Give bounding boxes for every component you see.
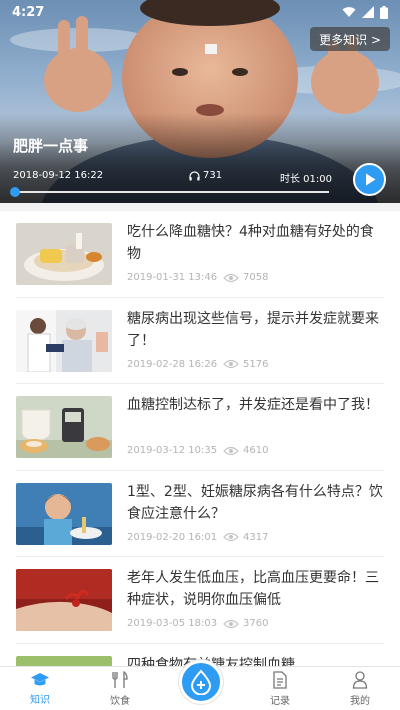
article-meta: 2019-03-05 18:03 3760	[127, 618, 268, 629]
article-thumbnail	[16, 569, 112, 631]
article-meta: 2019-02-20 16:01 4317	[127, 532, 268, 543]
article-meta: 2019-03-12 10:35 4610	[127, 445, 268, 456]
article-item[interactable]: 吃什么降血糖快？4种对血糖有好处的食物 2019-01-31 13:46 705…	[16, 211, 384, 298]
article-date: 2019-02-28 16:26	[127, 358, 218, 370]
article-title[interactable]: 吃什么降血糖快？4种对血糖有好处的食物	[127, 221, 384, 265]
play-icon	[365, 173, 375, 186]
hero-date: 2018-09-12 16:22	[13, 170, 104, 181]
article-item[interactable]: 1型、2型、妊娠糖尿病各有什么特点？饮食应注意什么？ 2019-02-20 16…	[16, 471, 384, 557]
section-divider	[0, 203, 400, 211]
article-views: 5176	[223, 359, 268, 370]
hero-overlay	[0, 113, 400, 203]
person-icon	[352, 670, 368, 689]
tab-label: 我的	[350, 695, 370, 707]
article-view-count: 4317	[243, 531, 269, 543]
graduation-cap-icon	[31, 672, 49, 685]
article-thumbnail	[16, 223, 112, 285]
center-add-button[interactable]	[179, 660, 223, 704]
article-thumbnail	[16, 482, 112, 545]
tab-knowledge[interactable]: 知识	[0, 667, 80, 710]
eye-icon	[223, 532, 239, 542]
hero-meta: 2018-09-12 16:22 731 时长 01:00	[13, 170, 340, 185]
article-view-count: 5176	[243, 358, 269, 370]
water-drop-plus-icon	[190, 669, 212, 695]
hero-listen-value: 731	[203, 170, 223, 181]
more-knowledge-button[interactable]: 更多知识 >	[310, 27, 390, 51]
article-view-count: 4610	[243, 445, 269, 456]
hero-banner[interactable]: 4:27 更多知识 > 肥胖一点事 2018-09-12 16:22 731 时…	[0, 0, 400, 203]
document-icon	[273, 670, 287, 689]
article-item[interactable]: 糖尿病出现这些信号，提示并发症就要来了！ 2019-02-28 16:26 51…	[16, 298, 384, 384]
article-title[interactable]: 血糖控制达标了，并发症还是看中了我！	[127, 394, 384, 416]
article-views: 4317	[223, 532, 268, 543]
article-thumbnail	[16, 396, 112, 458]
headphones-icon	[189, 170, 200, 180]
article-date: 2019-01-31 13:46	[127, 272, 218, 283]
article-item[interactable]: 老年人发生低血压，比高血压更要命！三种症状，说明你血压偏低 2019-03-05…	[16, 557, 384, 644]
status-icons	[342, 5, 388, 19]
article-item[interactable]: 血糖控制达标了，并发症还是看中了我！ 2019-03-12 10:35 4610	[16, 384, 384, 471]
tab-label: 知识	[30, 694, 50, 706]
article-views: 3760	[223, 618, 268, 629]
article-meta: 2019-02-28 16:26 5176	[127, 359, 268, 370]
hero-duration: 时长 01:00	[280, 174, 332, 185]
article-view-count: 7058	[243, 272, 269, 283]
article-views: 4610	[223, 445, 268, 456]
fork-knife-icon	[112, 670, 128, 688]
hero-title: 肥胖一点事	[13, 137, 89, 155]
eye-icon	[223, 446, 239, 455]
play-button[interactable]	[353, 163, 386, 196]
tab-label: 饮食	[110, 695, 130, 707]
article-title[interactable]: 1型、2型、妊娠糖尿病各有什么特点？饮食应注意什么？	[127, 481, 384, 525]
eye-icon	[223, 359, 239, 369]
tab-diet[interactable]: 饮食	[80, 667, 160, 710]
tab-record[interactable]: 记录	[240, 667, 320, 710]
tab-label: 记录	[270, 695, 290, 707]
article-date: 2019-02-20 16:01	[127, 531, 218, 543]
signal-icon	[362, 6, 374, 18]
eye-icon	[223, 619, 239, 628]
article-view-count: 3760	[243, 618, 269, 629]
progress-knob[interactable]	[10, 187, 20, 197]
tab-mine[interactable]: 我的	[320, 667, 400, 710]
article-thumbnail	[16, 309, 112, 372]
eye-icon	[223, 273, 239, 282]
wifi-icon	[342, 7, 356, 17]
status-time: 4:27	[12, 4, 45, 20]
article-views: 7058	[223, 272, 268, 283]
article-list: 吃什么降血糖快？4种对血糖有好处的食物 2019-01-31 13:46 705…	[0, 211, 400, 710]
audio-progress-bar[interactable]	[10, 187, 329, 197]
article-title[interactable]: 老年人发生低血压，比高血压更要命！三种症状，说明你血压偏低	[127, 567, 384, 611]
article-meta: 2019-01-31 13:46 7058	[127, 272, 268, 283]
hero-listen-count: 731	[189, 170, 222, 181]
article-date: 2019-03-12 10:35	[127, 445, 218, 456]
status-bar: 4:27	[0, 0, 400, 24]
article-date: 2019-03-05 18:03	[127, 618, 218, 629]
article-title[interactable]: 糖尿病出现这些信号，提示并发症就要来了！	[127, 308, 384, 352]
battery-icon	[380, 5, 388, 19]
